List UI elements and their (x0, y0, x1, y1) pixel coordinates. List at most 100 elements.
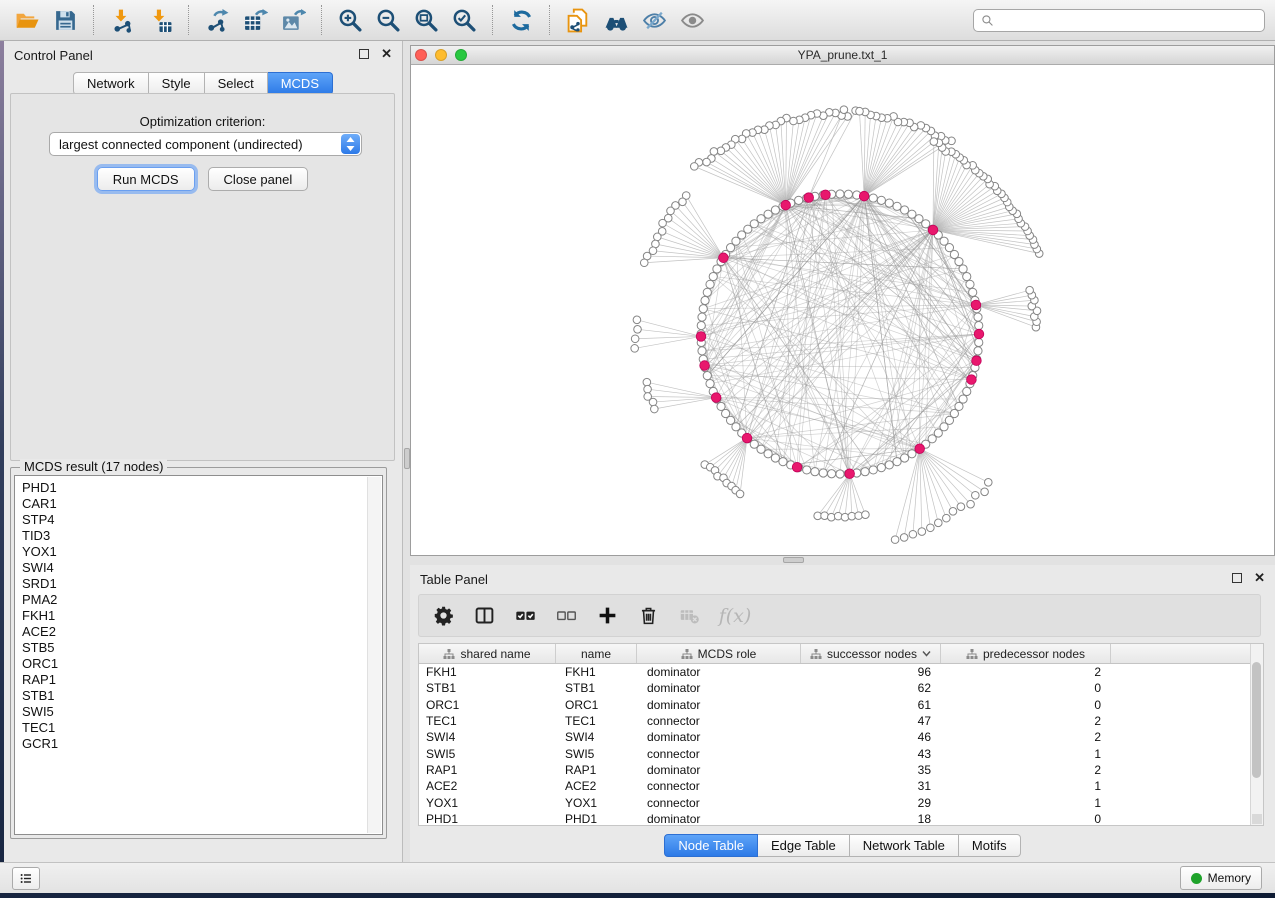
tab-network-table[interactable]: Network Table (850, 834, 959, 857)
table-row[interactable]: SWI4SWI4dominator462 (419, 729, 1263, 745)
search-input[interactable] (999, 12, 1257, 28)
table-row[interactable]: TEC1TEC1connector472 (419, 713, 1263, 729)
mcds-result-item[interactable]: TID3 (15, 528, 382, 544)
settings-button[interactable] (431, 604, 455, 628)
export-network-button[interactable] (200, 4, 234, 36)
table-header-row: shared namenameMCDS rolesuccessor nodesp… (419, 644, 1263, 664)
network-canvas[interactable] (411, 65, 1274, 555)
column-header-shared-name[interactable]: shared name (419, 644, 556, 663)
mcds-result-item[interactable]: SWI4 (15, 560, 382, 576)
table-cell: PHD1 (419, 812, 556, 826)
horizontal-splitter[interactable] (410, 556, 1275, 565)
mcds-result-item[interactable]: YOX1 (15, 544, 382, 560)
vertical-splitter[interactable] (403, 41, 410, 862)
export-image-icon (281, 8, 306, 33)
export-image-button[interactable] (276, 4, 310, 36)
table-row[interactable]: STB1STB1dominator620 (419, 680, 1263, 696)
column-header-predecessor-nodes[interactable]: predecessor nodes (941, 644, 1111, 663)
select-all-button[interactable] (513, 604, 537, 628)
network-window-titlebar[interactable]: YPA_prune.txt_1 (411, 46, 1274, 65)
table-row[interactable]: FKH1FKH1dominator962 (419, 664, 1263, 680)
minimize-window-button[interactable] (435, 49, 447, 61)
mcds-result-item[interactable]: FKH1 (15, 608, 382, 624)
table-cell: RAP1 (556, 763, 637, 777)
mcds-result-item[interactable]: RAP1 (15, 672, 382, 688)
deselect-all-button[interactable] (554, 604, 578, 628)
zoom-fit-button[interactable] (409, 4, 443, 36)
zoom-in-button[interactable] (333, 4, 367, 36)
close-panel-button[interactable]: ✕ (381, 49, 392, 59)
destroy-table-button[interactable] (677, 604, 701, 628)
zoom-selected-button[interactable] (447, 4, 481, 36)
table-scrollbar-thumb[interactable] (1252, 662, 1261, 778)
table-row[interactable]: ACE2ACE2connector311 (419, 778, 1263, 794)
delete-row-button[interactable] (636, 604, 660, 628)
run-mcds-button[interactable]: Run MCDS (97, 167, 195, 191)
search-box[interactable] (973, 9, 1265, 32)
float-table-panel-button[interactable] (1232, 573, 1242, 583)
table-row[interactable]: ORC1ORC1dominator610 (419, 697, 1263, 713)
open-file-button[interactable] (10, 4, 44, 36)
mcds-result-item[interactable]: STB1 (15, 688, 382, 704)
horizontal-splitter-grip[interactable] (783, 557, 804, 563)
float-panel-button[interactable] (359, 49, 369, 59)
zoom-out-button[interactable] (371, 4, 405, 36)
table-row[interactable]: YOX1YOX1connector291 (419, 794, 1263, 810)
mcds-result-item[interactable]: STP4 (15, 512, 382, 528)
mcds-result-item[interactable]: GCR1 (15, 736, 382, 752)
refresh-button[interactable] (504, 4, 538, 36)
table-cell: SWI4 (556, 730, 637, 744)
mcds-result-item[interactable]: ORC1 (15, 656, 382, 672)
mcds-result-item[interactable]: SRD1 (15, 576, 382, 592)
search-network-button[interactable] (599, 4, 633, 36)
mcds-result-item[interactable]: CAR1 (15, 496, 382, 512)
add-row-button[interactable] (595, 604, 619, 628)
mcds-result-list[interactable]: PHD1CAR1STP4TID3YOX1SWI4SRD1PMA2FKH1ACE2… (14, 475, 383, 835)
task-history-button[interactable] (12, 867, 40, 890)
tab-edge-table[interactable]: Edge Table (758, 834, 850, 857)
share-document-button[interactable] (561, 4, 595, 36)
mcds-result-item[interactable]: TEC1 (15, 720, 382, 736)
status-bar: Memory (0, 862, 1275, 893)
close-table-panel-button[interactable]: ✕ (1254, 573, 1265, 583)
table-row[interactable]: RAP1RAP1dominator352 (419, 762, 1263, 778)
table-cell: 61 (801, 698, 941, 712)
table-cell: 47 (801, 714, 941, 728)
save-session-button[interactable] (48, 4, 82, 36)
tab-select[interactable]: Select (205, 72, 268, 95)
column-header-name[interactable]: name (556, 644, 637, 663)
close-panel-button-mcds[interactable]: Close panel (208, 167, 309, 191)
import-network-button[interactable] (105, 4, 139, 36)
tab-style[interactable]: Style (149, 72, 205, 95)
column-header-MCDS-role[interactable]: MCDS role (637, 644, 801, 663)
mcds-result-item[interactable]: SWI5 (15, 704, 382, 720)
result-list-scrollbar[interactable] (367, 477, 381, 833)
optimization-criterion-select[interactable]: largest connected component (undirected) (49, 132, 362, 156)
table-scrollbar[interactable] (1250, 644, 1263, 825)
mcds-result-item[interactable]: PHD1 (15, 480, 382, 496)
mcds-result-item[interactable]: PMA2 (15, 592, 382, 608)
show-details-button[interactable] (675, 4, 709, 36)
split-view-button[interactable] (472, 604, 496, 628)
memory-button[interactable]: Memory (1180, 866, 1262, 890)
hide-details-button[interactable] (637, 4, 671, 36)
maximize-window-button[interactable] (455, 49, 467, 61)
import-network-icon (110, 8, 135, 33)
close-window-button[interactable] (415, 49, 427, 61)
tab-network[interactable]: Network (73, 72, 149, 95)
mcds-result-item[interactable]: ACE2 (15, 624, 382, 640)
tab-mcds[interactable]: MCDS (268, 72, 333, 95)
mcds-result-item[interactable]: STB5 (15, 640, 382, 656)
table-row[interactable]: SWI5SWI5connector431 (419, 745, 1263, 761)
column-header-successor-nodes[interactable]: successor nodes (801, 644, 941, 663)
tab-motifs[interactable]: Motifs (959, 834, 1021, 857)
tab-node-table[interactable]: Node Table (664, 834, 758, 857)
table-cell: connector (637, 779, 801, 793)
table-cell: 0 (941, 698, 1111, 712)
table-cell: 31 (801, 779, 941, 793)
network-view[interactable] (411, 65, 1274, 555)
export-table-button[interactable] (238, 4, 272, 36)
function-builder-button[interactable]: f(x) (718, 604, 752, 628)
import-table-button[interactable] (143, 4, 177, 36)
table-row[interactable]: PHD1PHD1dominator180 (419, 811, 1263, 827)
